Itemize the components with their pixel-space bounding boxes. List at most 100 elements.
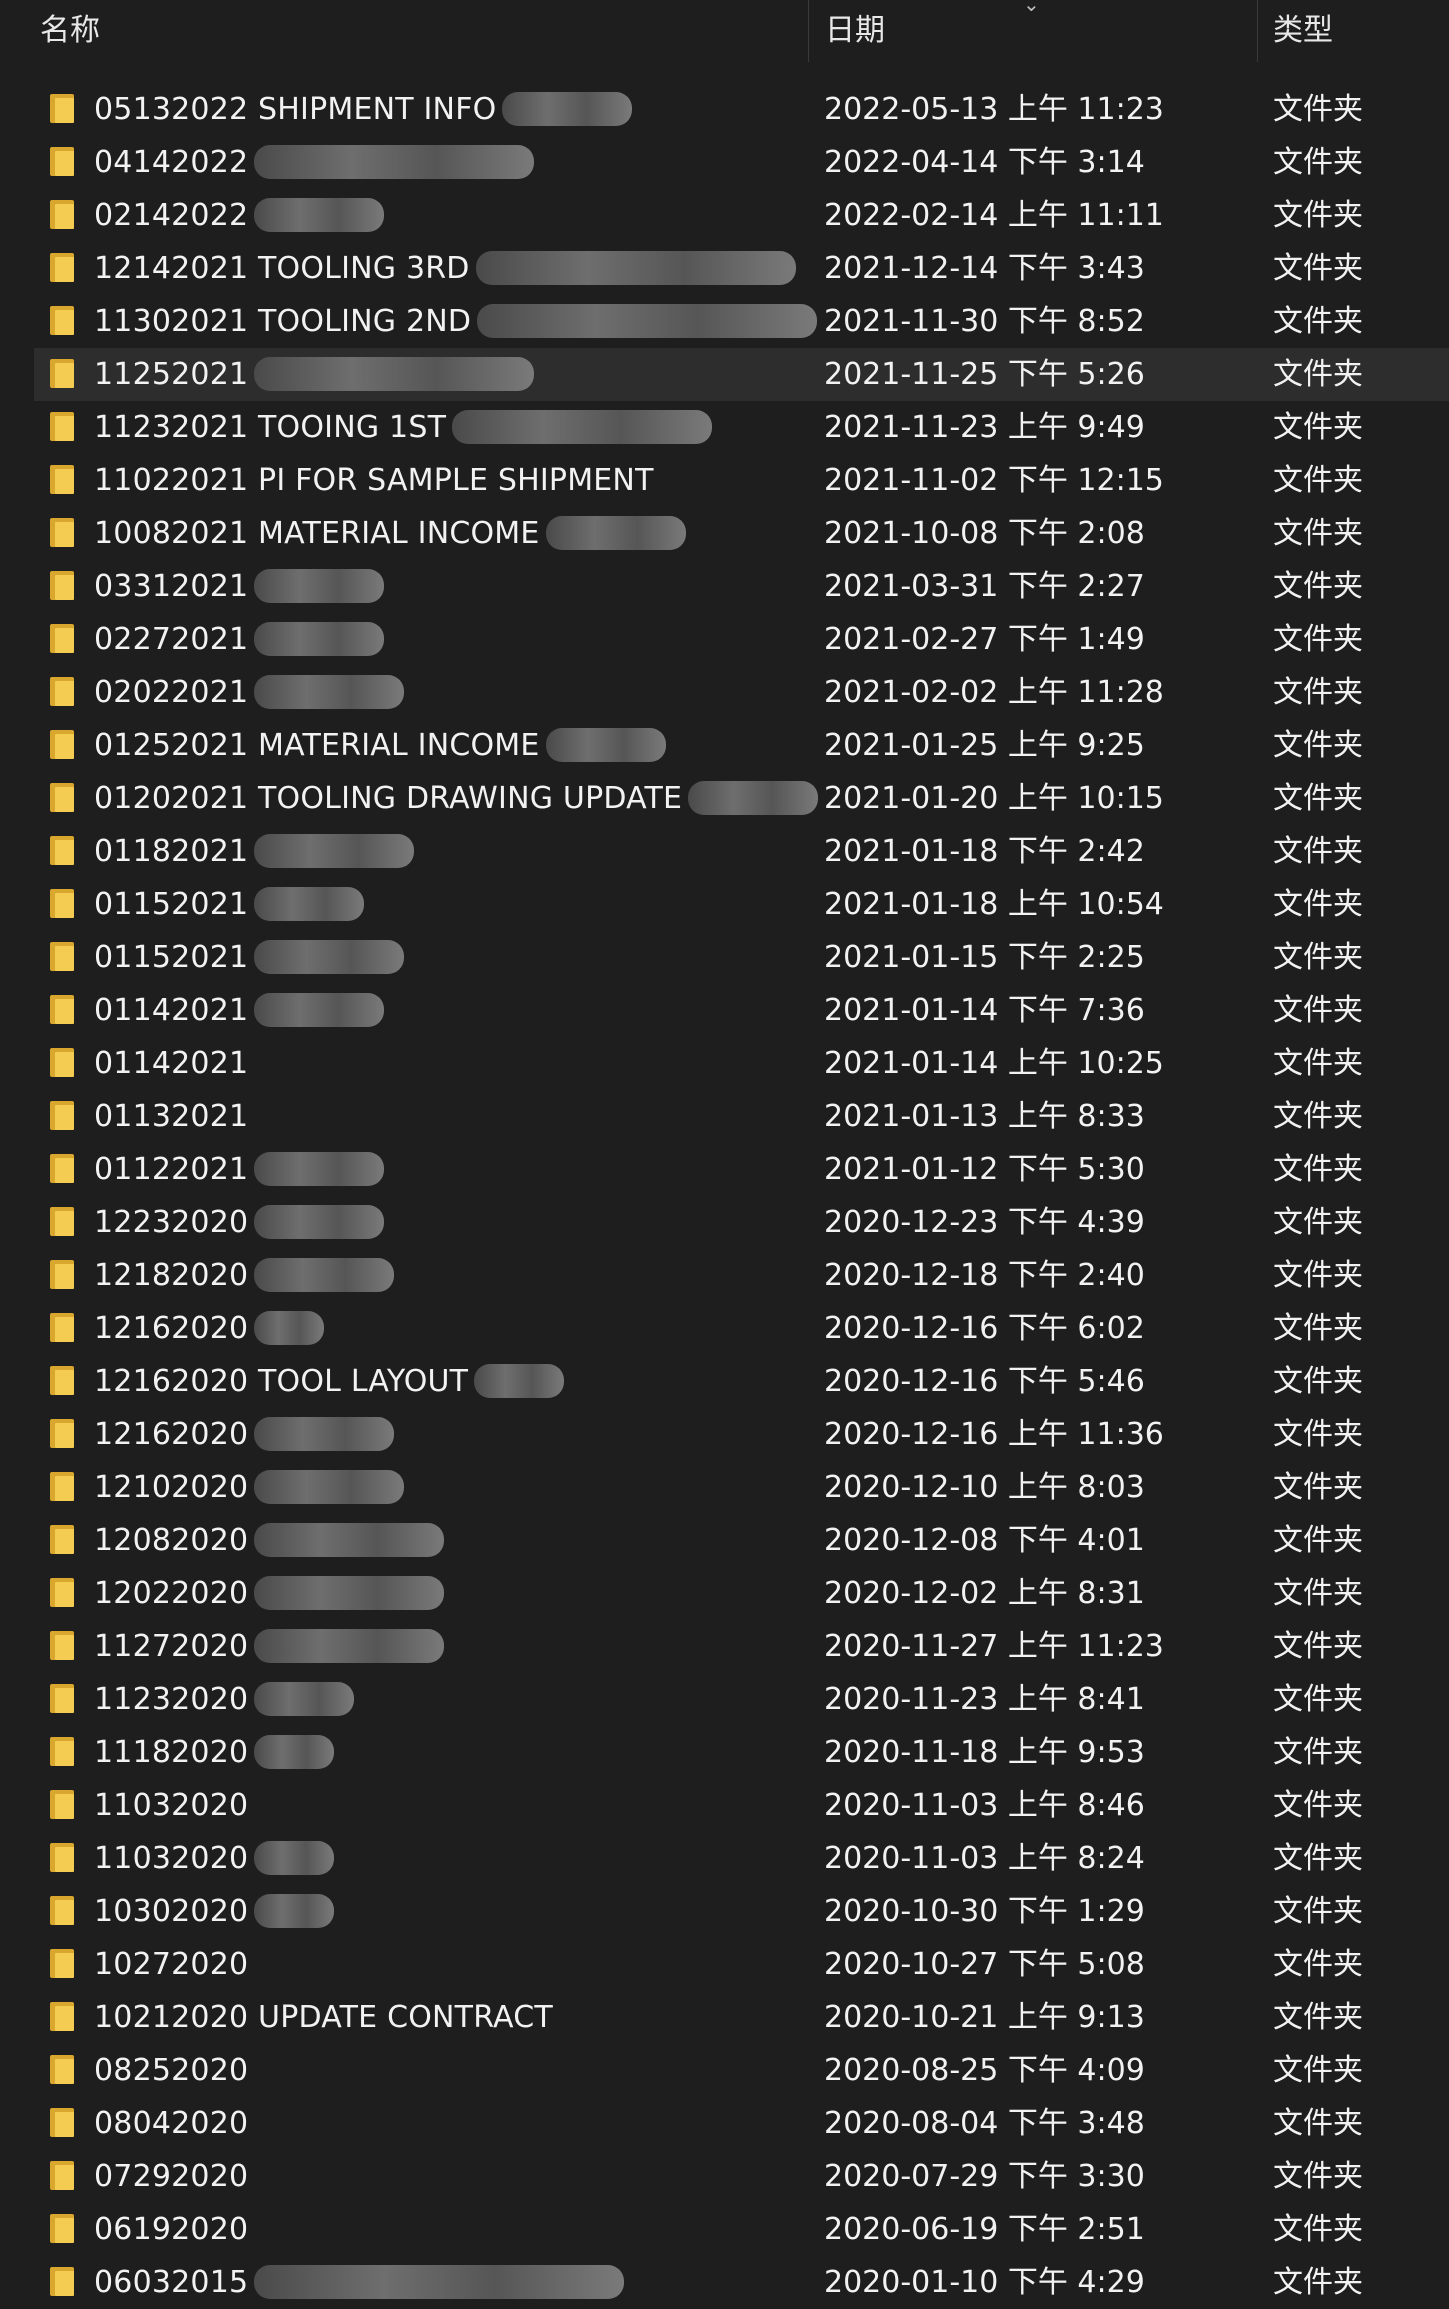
file-row[interactable]: 06192020 2020-06-19 下午 2:51 文件夹 <box>34 2203 1449 2256</box>
column-divider[interactable] <box>808 0 809 62</box>
file-name: 12162020 TOOL LAYOUT <box>94 1355 565 1408</box>
file-row[interactable]: 01132021 2021-01-13 上午 8:33 文件夹 <box>34 1090 1449 1143</box>
file-row[interactable]: 01182021 2021-01-18 下午 2:42 文件夹 <box>34 825 1449 878</box>
file-row[interactable]: 02142022 2022-02-14 上午 11:11 文件夹 <box>34 189 1449 242</box>
file-row[interactable]: 10212020 UPDATE CONTRACT 2020-10-21 上午 9:… <box>34 1991 1449 2044</box>
file-type: 文件夹 <box>1273 940 1363 975</box>
column-divider[interactable] <box>1257 0 1258 62</box>
folder-icon <box>50 1207 74 1236</box>
folder-icon <box>50 412 74 441</box>
file-row[interactable]: 01152021 2021-01-18 上午 10:54 文件夹 <box>34 878 1449 931</box>
folder-icon <box>50 1260 74 1289</box>
file-date: 2022-04-14 下午 3:14 <box>824 145 1145 180</box>
file-name-text: 10302020 <box>94 1894 249 1929</box>
file-name: 12082020 <box>94 1514 445 1567</box>
file-name-text: 10082021 MATERIAL INCOME <box>94 516 540 551</box>
folder-icon <box>50 624 74 653</box>
file-name-text: 12182020 <box>94 1258 249 1293</box>
file-row[interactable]: 12232020 2020-12-23 下午 4:39 文件夹 <box>34 1196 1449 1249</box>
file-row[interactable]: 11252021 2021-11-25 下午 5:26 文件夹 <box>34 348 1449 401</box>
file-row[interactable]: 12082020 2020-12-08 下午 4:01 文件夹 <box>34 1514 1449 1567</box>
file-type: 文件夹 <box>1273 1152 1363 1187</box>
file-row[interactable]: 12022020 2020-12-02 上午 8:31 文件夹 <box>34 1567 1449 1620</box>
redacted-text-blur <box>254 1310 325 1345</box>
file-row[interactable]: 11032020 2020-11-03 上午 8:46 文件夹 <box>34 1779 1449 1832</box>
redacted-text-blur <box>254 621 385 656</box>
file-name-text: 12082020 <box>94 1523 249 1558</box>
file-row[interactable]: 06032015 2020-01-10 下午 4:29 文件夹 <box>34 2256 1449 2309</box>
file-row[interactable]: 11032020 2020-11-03 上午 8:24 文件夹 <box>34 1832 1449 1885</box>
file-name: 12182020 <box>94 1249 395 1302</box>
file-name: 11022021 PI FOR SAMPLE SHIPMENT <box>94 454 654 507</box>
file-row[interactable]: 11232020 2020-11-23 上午 8:41 文件夹 <box>34 1673 1449 1726</box>
file-name-text: 12162020 <box>94 1311 249 1346</box>
file-row[interactable]: 07292020 2020-07-29 下午 3:30 文件夹 <box>34 2150 1449 2203</box>
file-row[interactable]: 01152021 2021-01-15 下午 2:25 文件夹 <box>34 931 1449 984</box>
column-header-type[interactable]: 类型 <box>1273 0 1333 62</box>
file-type: 文件夹 <box>1273 1311 1363 1346</box>
file-type: 文件夹 <box>1273 410 1363 445</box>
file-name: 11232021 TOOING 1ST <box>94 401 713 454</box>
file-name-text: 01132021 <box>94 1099 249 1134</box>
redacted-text-blur <box>254 1681 355 1716</box>
file-date: 2020-12-23 下午 4:39 <box>824 1205 1145 1240</box>
redacted-text-blur <box>474 1363 565 1398</box>
file-row[interactable]: 12182020 2020-12-18 下午 2:40 文件夹 <box>34 1249 1449 1302</box>
file-date: 2021-01-14 下午 7:36 <box>824 993 1145 1028</box>
file-name-text: 11182020 <box>94 1735 249 1770</box>
file-row[interactable]: 03312021 2021-03-31 下午 2:27 文件夹 <box>34 560 1449 613</box>
file-row[interactable]: 11232021 TOOING 1ST 2021-11-23 上午 9:49 文件夹 <box>34 401 1449 454</box>
folder-icon <box>50 677 74 706</box>
file-date: 2020-12-08 下午 4:01 <box>824 1523 1145 1558</box>
column-header-name[interactable]: 名称 <box>40 0 100 62</box>
file-row[interactable]: 01142021 2021-01-14 上午 10:25 文件夹 <box>34 1037 1449 1090</box>
column-header-bar: 名称 ⌄ 日期 类型 <box>0 0 1449 66</box>
file-row[interactable]: 05132022 SHIPMENT INFO 2022-05-13 上午 11:2… <box>34 83 1449 136</box>
file-row[interactable]: 11272020 2020-11-27 上午 11:23 文件夹 <box>34 1620 1449 1673</box>
file-type: 文件夹 <box>1273 145 1363 180</box>
folder-icon <box>50 465 74 494</box>
file-row[interactable]: 11302021 TOOLING 2ND 2021-11-30 下午 8:52 文件… <box>34 295 1449 348</box>
file-row[interactable]: 10272020 2020-10-27 下午 5:08 文件夹 <box>34 1938 1449 1991</box>
file-row[interactable]: 04142022 2022-04-14 下午 3:14 文件夹 <box>34 136 1449 189</box>
file-name-text: 02022021 <box>94 675 249 710</box>
file-name-text: 11302021 TOOLING 2ND <box>94 304 472 339</box>
file-row[interactable]: 01122021 2021-01-12 下午 5:30 文件夹 <box>34 1143 1449 1196</box>
file-row[interactable]: 11182020 2020-11-18 上午 9:53 文件夹 <box>34 1726 1449 1779</box>
file-date: 2021-03-31 下午 2:27 <box>824 569 1145 604</box>
file-row[interactable]: 11022021 PI FOR SAMPLE SHIPMENT 2021-11-0… <box>34 454 1449 507</box>
file-row[interactable]: 08252020 2020-08-25 下午 4:09 文件夹 <box>34 2044 1449 2097</box>
file-type: 文件夹 <box>1273 781 1363 816</box>
file-row[interactable]: 02022021 2021-02-02 上午 11:28 文件夹 <box>34 666 1449 719</box>
file-name: 11252021 <box>94 348 535 401</box>
folder-icon <box>50 1472 74 1501</box>
file-row[interactable]: 12162020 2020-12-16 上午 11:36 文件夹 <box>34 1408 1449 1461</box>
file-row[interactable]: 12102020 2020-12-10 上午 8:03 文件夹 <box>34 1461 1449 1514</box>
file-row[interactable]: 01202021 TOOLING DRAWING UPDATE 2021-01-2… <box>34 772 1449 825</box>
file-name-text: 11022021 PI FOR SAMPLE SHIPMENT <box>94 463 654 498</box>
file-name-text: 03312021 <box>94 569 249 604</box>
file-date: 2020-12-16 下午 6:02 <box>824 1311 1145 1346</box>
file-type: 文件夹 <box>1273 2212 1363 2247</box>
file-row[interactable]: 12142021 TOOLING 3RD 2021-12-14 下午 3:43 文件… <box>34 242 1449 295</box>
folder-icon <box>50 2214 74 2243</box>
file-name-text: 01152021 <box>94 940 249 975</box>
file-row[interactable]: 10302020 2020-10-30 下午 1:29 文件夹 <box>34 1885 1449 1938</box>
file-row[interactable]: 10082021 MATERIAL INCOME 2021-10-08 下午 2:… <box>34 507 1449 560</box>
file-date: 2020-08-25 下午 4:09 <box>824 2053 1145 2088</box>
file-date: 2020-12-16 上午 11:36 <box>824 1417 1164 1452</box>
file-row[interactable]: 01252021 MATERIAL INCOME 2021-01-25 上午 9:… <box>34 719 1449 772</box>
redacted-text-blur <box>254 1734 335 1769</box>
file-row[interactable]: 01142021 2021-01-14 下午 7:36 文件夹 <box>34 984 1449 1037</box>
file-type: 文件夹 <box>1273 2000 1363 2035</box>
file-date: 2021-11-25 下午 5:26 <box>824 357 1145 392</box>
file-row[interactable]: 12162020 2020-12-16 下午 6:02 文件夹 <box>34 1302 1449 1355</box>
file-row[interactable]: 12162020 TOOL LAYOUT 2020-12-16 下午 5:46 文件… <box>34 1355 1449 1408</box>
file-row[interactable]: 08042020 2020-08-04 下午 3:48 文件夹 <box>34 2097 1449 2150</box>
file-name: 11302021 TOOLING 2ND <box>94 295 818 348</box>
file-name: 08252020 <box>94 2044 248 2097</box>
file-type: 文件夹 <box>1273 1841 1363 1876</box>
file-type: 文件夹 <box>1273 1099 1363 1134</box>
column-header-date[interactable]: 日期 <box>825 0 885 62</box>
file-row[interactable]: 02272021 2021-02-27 下午 1:49 文件夹 <box>34 613 1449 666</box>
